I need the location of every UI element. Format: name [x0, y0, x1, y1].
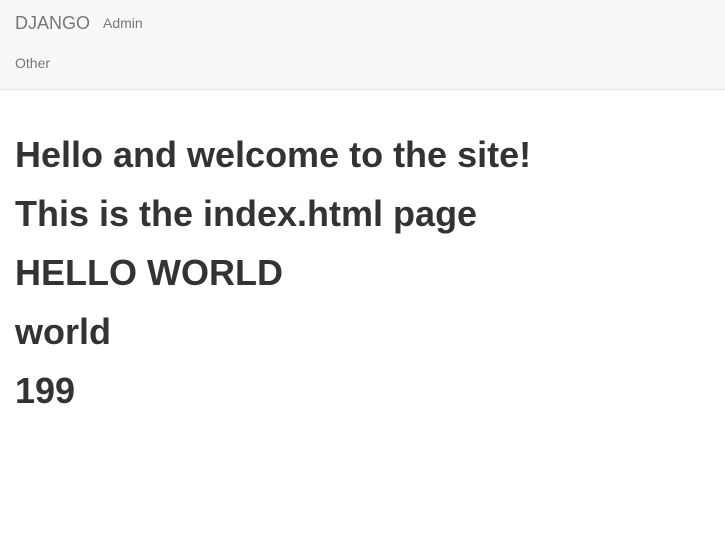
nav-link-other[interactable]: Other	[15, 53, 50, 73]
page-info-heading: This is the index.html page	[15, 193, 478, 234]
brand-link[interactable]: DJANGO	[15, 12, 90, 34]
main-content: Hello and welcome to the site! This is t…	[15, 125, 705, 420]
number-heading: 199	[15, 370, 76, 411]
top-navbar: DJANGO Admin Other	[0, 0, 725, 90]
welcome-heading: Hello and welcome to the site!	[15, 134, 532, 175]
lowercase-heading: world	[15, 311, 111, 352]
nav-link-admin[interactable]: Admin	[103, 13, 143, 33]
uppercase-heading: HELLO WORLD	[15, 252, 283, 293]
